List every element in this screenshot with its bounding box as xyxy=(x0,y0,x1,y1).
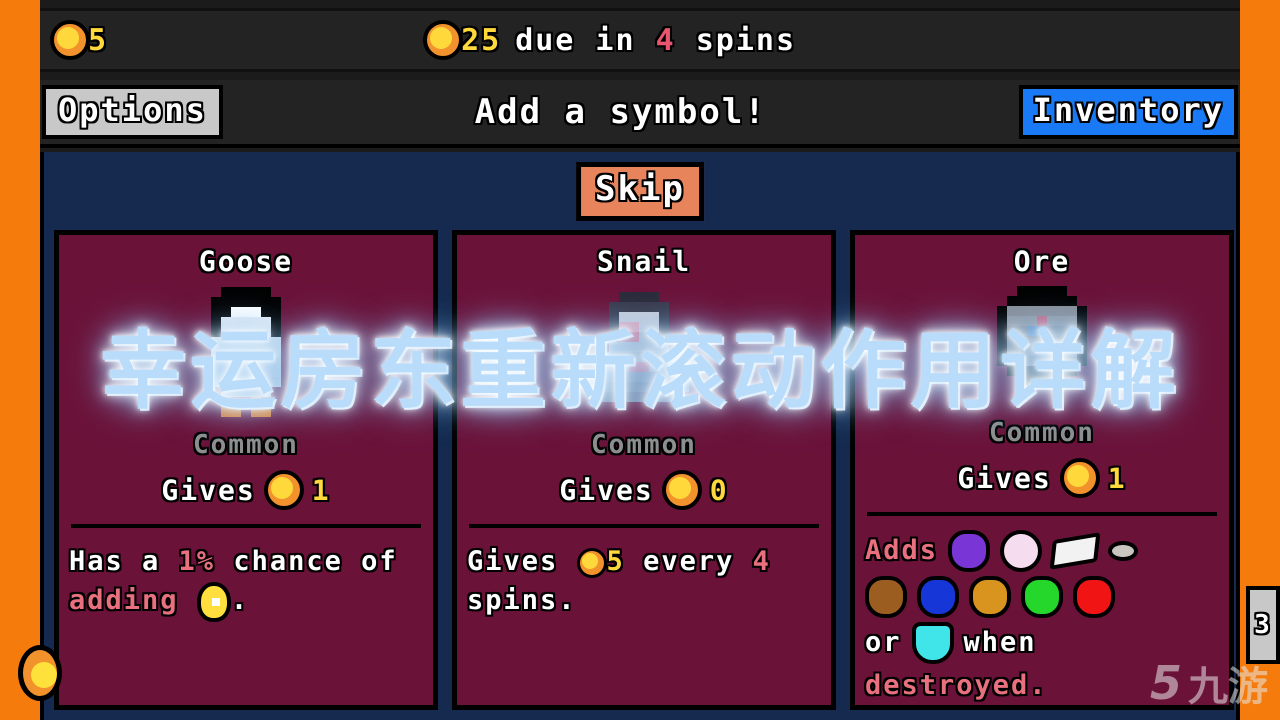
card-description: Gives 5 every 4 spins. xyxy=(467,542,821,620)
desc-segment: spins. xyxy=(467,585,577,617)
skip-button[interactable]: Skip xyxy=(576,162,704,221)
symbol-selection-panel: Skip Goose Common Gives 1 Has a 1% chanc… xyxy=(40,152,1240,720)
desc-period: . xyxy=(230,585,250,617)
card-rarity: Common xyxy=(591,430,697,460)
desc-segment-or: or xyxy=(865,627,902,659)
card-divider xyxy=(71,524,421,528)
pearl-gem-icon xyxy=(1000,529,1043,572)
ore-sprite xyxy=(865,284,1219,408)
card-description: Has a 1% chance of adding . xyxy=(69,542,423,622)
symbol-card-snail[interactable]: Snail Common Gives 0 Gives 5 every 4 spi… xyxy=(452,230,836,710)
coin-icon xyxy=(661,470,702,510)
card-divider xyxy=(469,524,819,528)
offscreen-side-tab[interactable]: 3 xyxy=(1246,586,1280,664)
gives-label: Gives xyxy=(559,473,654,507)
symbol-card-list: Goose Common Gives 1 Has a 1% chance of … xyxy=(54,230,1234,710)
options-button[interactable]: Options xyxy=(42,85,223,139)
top-status-bar: 5 25 due in 4 spins xyxy=(40,8,1240,72)
inventory-button[interactable]: Inventory xyxy=(1018,85,1238,139)
card-description: Adds or when destroyed. xyxy=(865,529,1219,705)
due-spins-count: 4 xyxy=(655,22,676,58)
coin-icon xyxy=(576,547,607,578)
card-rarity: Common xyxy=(193,430,299,460)
desc-spin-interval: 4 xyxy=(752,546,771,577)
gives-value: 1 xyxy=(1107,461,1127,495)
gives-label: Gives xyxy=(161,473,256,507)
card-payout: Gives 0 xyxy=(467,470,821,510)
card-payout: Gives 1 xyxy=(69,470,423,510)
rent-due-indicator: 25 due in 4 spins xyxy=(423,20,796,60)
coin-count: 5 xyxy=(88,22,109,58)
diamond-icon xyxy=(911,621,954,664)
desc-keyword-adds: Adds xyxy=(865,535,939,567)
desc-chance-value: 1% xyxy=(178,546,216,577)
desc-coin-amount: 5 xyxy=(606,546,625,577)
card-title: Goose xyxy=(198,245,294,278)
desc-keyword-adding: adding xyxy=(69,585,179,617)
ore-gems-line-3: or when xyxy=(865,621,1219,664)
due-suffix: spins xyxy=(695,22,797,58)
snail-sprite xyxy=(467,284,821,420)
desc-segment: every xyxy=(624,546,753,577)
game-window: 5 25 due in 4 spins Options Add a symbol… xyxy=(40,0,1240,720)
gives-value: 0 xyxy=(709,473,729,507)
ore-gems-line-1: Adds xyxy=(865,529,1219,572)
coin-icon xyxy=(1059,458,1100,499)
card-rarity: Common xyxy=(989,418,1095,449)
ore-gems-line-2 xyxy=(865,575,1219,618)
brown-gem-icon xyxy=(865,575,907,618)
gives-value: 1 xyxy=(311,473,331,507)
coin-icon xyxy=(263,470,304,510)
sapphire-gem-icon xyxy=(917,575,959,618)
gives-label: Gives xyxy=(957,461,1052,495)
rent-amount: 25 xyxy=(461,22,502,58)
golden-egg-icon xyxy=(196,581,231,622)
card-title: Ore xyxy=(1013,245,1071,278)
card-title: Snail xyxy=(596,245,692,278)
ruby-gem-icon xyxy=(1073,575,1115,618)
offscreen-coin-icon xyxy=(18,645,62,701)
page-title: Add a symbol! xyxy=(474,92,767,132)
goose-sprite xyxy=(69,284,423,420)
desc-segment: Has a xyxy=(69,546,179,577)
shard-gem-icon xyxy=(1049,532,1101,570)
emerald-gem-icon xyxy=(1021,575,1063,618)
card-divider xyxy=(867,512,1217,516)
card-payout: Gives 1 xyxy=(865,458,1219,499)
desc-space xyxy=(179,585,197,616)
desc-segment-when: when xyxy=(963,627,1037,659)
symbol-card-ore[interactable]: Ore Common Gives 1 Adds or when destroye… xyxy=(850,230,1234,710)
gold-gem-icon xyxy=(969,575,1011,618)
desc-keyword-destroyed: destroyed. xyxy=(865,669,1048,701)
desc-segment: chance of xyxy=(215,546,398,577)
coin-icon xyxy=(423,20,464,60)
pebble-gem-icon xyxy=(1108,540,1139,561)
navigation-bar: Options Add a symbol! Inventory xyxy=(40,80,1240,148)
coin-icon xyxy=(50,20,90,60)
symbol-card-goose[interactable]: Goose Common Gives 1 Has a 1% chance of … xyxy=(54,230,438,710)
due-prefix: due in xyxy=(515,22,636,58)
rent-due-text: due in 4 spins xyxy=(515,23,796,58)
ore-desc-line-4: destroyed. xyxy=(865,666,1219,705)
coin-counter: 5 xyxy=(50,20,108,60)
amethyst-gem-icon xyxy=(948,529,991,572)
desc-segment: Gives xyxy=(467,546,577,577)
